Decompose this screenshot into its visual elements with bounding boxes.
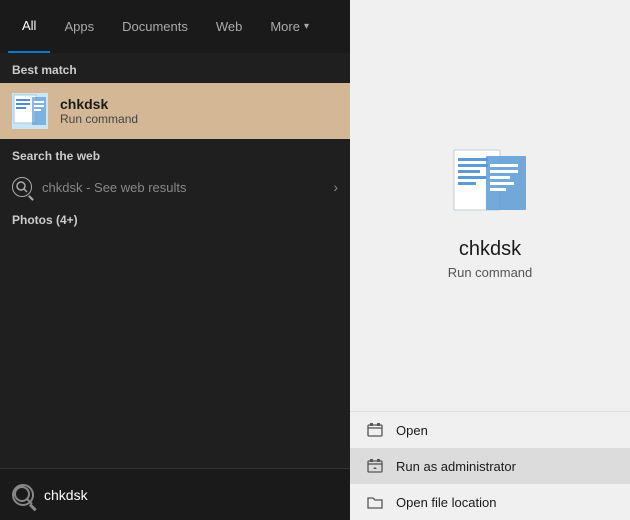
context-menu-open[interactable]: Open [350,412,630,448]
context-menu-file-location[interactable]: Open file location [350,484,630,520]
chevron-right-icon: › [333,179,338,195]
search-panel: All Apps Documents Web More ▾ Best match [0,0,350,520]
tab-more[interactable]: More ▾ [256,0,323,53]
best-match-label: Best match [0,53,350,83]
tab-documents[interactable]: Documents [108,0,202,53]
right-panel: chkdsk Run command Open [350,0,630,520]
best-match-name: chkdsk [60,96,138,112]
best-match-info: chkdsk Run command [60,96,138,126]
search-bar-icon [12,484,34,506]
context-menu: Open Run as administrator Open file lo [350,411,630,520]
web-query-text: chkdsk - See web results [42,180,187,195]
search-results: Best match chkdsk Run command [0,53,350,468]
folder-icon [366,493,384,511]
photos-label: Photos (4+) [0,205,350,231]
context-menu-run-admin[interactable]: Run as administrator [350,448,630,484]
best-match-item[interactable]: chkdsk Run command [0,83,350,139]
search-bar [0,468,350,520]
best-match-sub: Run command [60,112,138,126]
tab-web[interactable]: Web [202,0,257,53]
search-input[interactable] [44,487,338,503]
app-preview-icon [450,142,530,222]
app-icon-small [12,93,48,129]
search-icon [12,177,32,197]
tab-apps[interactable]: Apps [50,0,108,53]
preview-app-sub: Run command [448,265,533,280]
preview-app-name: chkdsk [459,238,521,261]
search-web-label: Search the web [0,139,350,169]
run-as-admin-icon [366,457,384,475]
app-preview: chkdsk Run command [350,0,630,411]
open-icon [366,421,384,439]
tabs-bar: All Apps Documents Web More ▾ [0,0,350,53]
tab-all[interactable]: All [8,0,50,53]
chevron-down-icon: ▾ [304,21,309,32]
web-search-item[interactable]: chkdsk - See web results › [0,169,350,205]
